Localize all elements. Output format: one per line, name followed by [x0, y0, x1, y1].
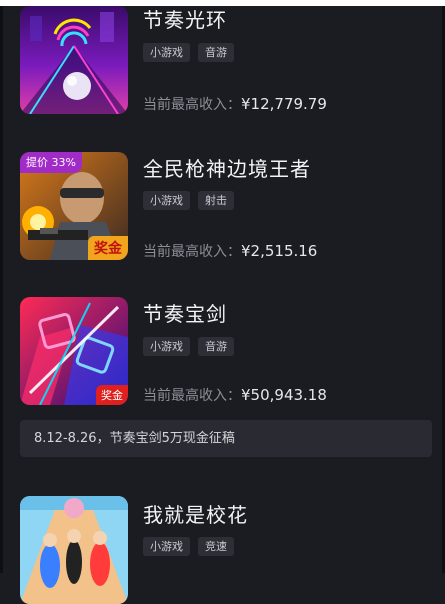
- tag-list: 小游戏 音游: [143, 43, 234, 62]
- tag: 小游戏: [143, 337, 190, 356]
- income-value: ¥12,779.79: [241, 95, 327, 113]
- game-icon-beat-saber[interactable]: 奖金: [20, 297, 128, 405]
- tag: 小游戏: [143, 191, 190, 210]
- price-badge: 提价 33%: [20, 152, 82, 173]
- income-label: 当前最高收入：: [143, 97, 241, 113]
- income-label: 当前最高收入：: [143, 244, 241, 260]
- game-icon-rhythm-ring[interactable]: [20, 6, 128, 114]
- income-row: 当前最高收入：¥50,943.18: [143, 385, 327, 405]
- tag: 音游: [198, 43, 234, 62]
- game-card[interactable]: 节奏光环 小游戏 音游 当前最高收入：¥12,779.79: [0, 0, 445, 125]
- game-icon-campus-belle[interactable]: [20, 496, 128, 604]
- game-card[interactable]: 我就是校花 小游戏 竞速: [0, 470, 445, 604]
- income-label: 当前最高收入：: [143, 388, 241, 404]
- tag: 竞速: [198, 537, 234, 556]
- tag-list: 小游戏 竞速: [143, 537, 234, 556]
- tag: 小游戏: [143, 537, 190, 556]
- game-title: 节奏光环: [143, 8, 227, 32]
- game-card[interactable]: 提价 33% 奖金 全民枪神边境王者 小游戏 射击 当前最高收入：¥2,515.…: [0, 125, 445, 270]
- game-card[interactable]: 奖金 节奏宝剑 小游戏 音游 当前最高收入：¥50,943.18: [0, 270, 445, 410]
- income-value: ¥50,943.18: [241, 386, 327, 404]
- income-value: ¥2,515.16: [241, 242, 318, 260]
- game-title: 全民枪神边境王者: [143, 157, 311, 181]
- tag: 小游戏: [143, 43, 190, 62]
- contest-banner[interactable]: 8.12-8.26，节奏宝剑5万现金征稿: [20, 420, 432, 457]
- game-title: 我就是校花: [143, 503, 248, 527]
- income-row: 当前最高收入：¥12,779.79: [143, 94, 327, 114]
- tag-list: 小游戏 音游: [143, 337, 234, 356]
- tag: 射击: [198, 191, 234, 210]
- award-badge: 奖金: [96, 385, 128, 405]
- game-list: 节奏光环 小游戏 音游 当前最高收入：¥12,779.79 提价 33% 奖金 …: [0, 0, 445, 604]
- income-row: 当前最高收入：¥2,515.16: [143, 241, 317, 261]
- tag: 音游: [198, 337, 234, 356]
- game-icon-gun-god[interactable]: 提价 33% 奖金: [20, 152, 128, 260]
- award-badge: 奖金: [88, 236, 128, 260]
- game-title: 节奏宝剑: [143, 302, 227, 326]
- tag-list: 小游戏 射击: [143, 191, 234, 210]
